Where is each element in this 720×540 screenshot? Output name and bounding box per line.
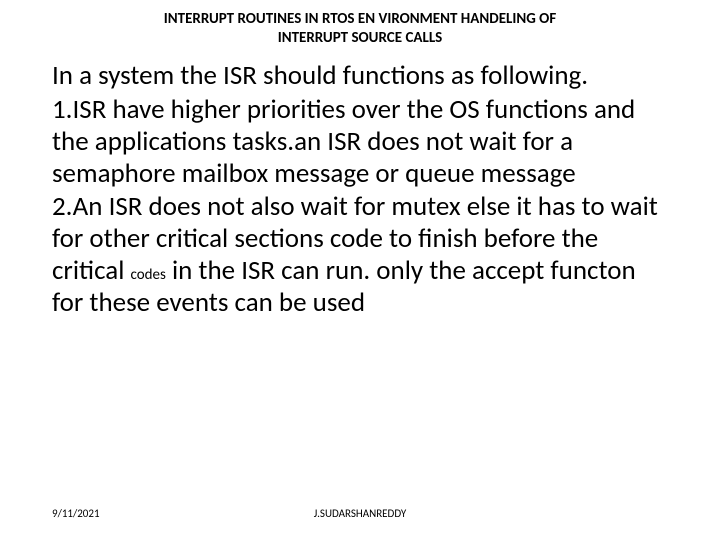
body-p3-small: codes — [131, 266, 166, 284]
body-paragraph-3: 2.An ISR does not also wait for mutex el… — [52, 191, 672, 318]
body-paragraph-1: In a system the ISR should functions as … — [52, 60, 672, 92]
body-p3-part-b: in the ISR can run. only the accept func… — [52, 254, 636, 319]
footer-author: J.SUDARSHANREDDY — [0, 507, 720, 520]
title-line-2: INTERRUPT SOURCE CALLS — [278, 29, 443, 47]
slide-body: In a system the ISR should functions as … — [52, 60, 672, 321]
body-paragraph-2: 1.ISR have higher priorities over the OS… — [52, 94, 672, 190]
slide: INTERRUPT ROUTINES IN RTOS EN VIRONMENT … — [0, 0, 720, 540]
title-line-1: INTERRUPT ROUTINES IN RTOS EN VIRONMENT … — [164, 10, 556, 28]
slide-title: INTERRUPT ROUTINES IN RTOS EN VIRONMENT … — [120, 10, 600, 48]
